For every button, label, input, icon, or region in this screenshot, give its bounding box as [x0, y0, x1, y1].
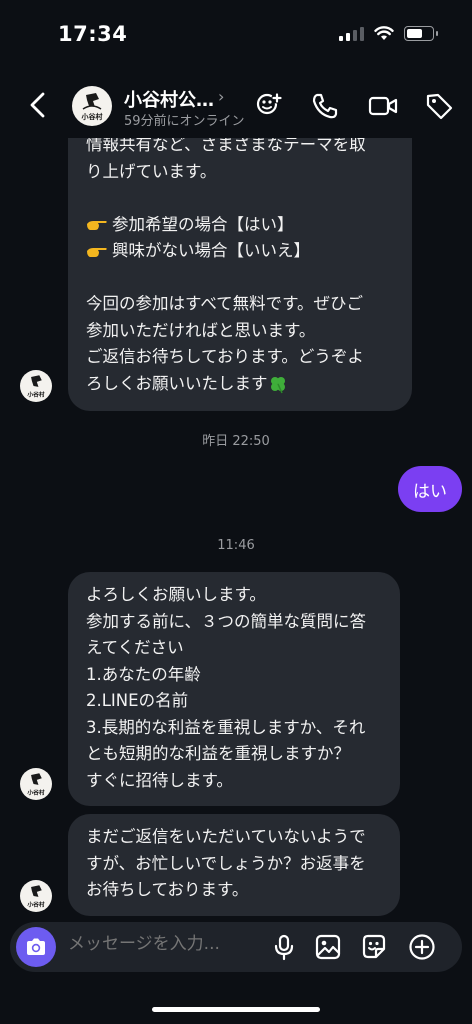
message-option: 参加希望の場合【はい】	[86, 212, 394, 239]
message-text: お待ちしております。	[86, 880, 249, 899]
message-list[interactable]: 情報共有など、さまざまなテーマを取 り上げています。 参加希望の場合【はい】 興…	[0, 138, 472, 924]
message-option: 興味がない場合【いいえ】	[86, 238, 394, 265]
camera-icon	[27, 938, 45, 955]
message-input[interactable]	[68, 934, 258, 954]
sender-avatar[interactable]: 小谷村	[20, 768, 52, 800]
video-icon[interactable]	[368, 91, 398, 121]
message-composer	[10, 922, 462, 972]
phone-icon[interactable]	[310, 91, 340, 121]
wifi-icon	[374, 26, 394, 40]
timestamp: 11:46	[217, 538, 255, 553]
sent-message-bubble: はい	[398, 466, 462, 512]
plus-icon[interactable]	[408, 933, 436, 961]
pointing-hand-icon	[87, 247, 107, 257]
sender-avatar[interactable]: 小谷村	[20, 880, 52, 912]
message-bubble: 情報共有など、さまざまなテーマを取 り上げています。 参加希望の場合【はい】 興…	[68, 138, 412, 411]
message-text: 今回の参加はすべて無料です。ぜひご	[86, 294, 364, 313]
clover-icon	[270, 377, 285, 394]
message-text: 情報共有など、さまざまなテーマを取	[86, 138, 366, 154]
timestamp: 昨日 22:50	[202, 434, 270, 449]
message-text: よろしくお願いします。	[86, 585, 266, 604]
svg-text:小谷村: 小谷村	[26, 391, 44, 399]
home-indicator[interactable]	[152, 1007, 320, 1012]
svg-text:小谷村: 小谷村	[81, 112, 103, 121]
tag-icon[interactable]	[424, 91, 454, 121]
status-icons	[339, 26, 438, 41]
battery-icon	[404, 26, 438, 41]
svg-text:小谷村: 小谷村	[26, 901, 44, 909]
cellular-signal-icon	[339, 26, 364, 41]
message-text: えてください	[86, 638, 184, 657]
message-text: 2.LINEの名前	[86, 691, 189, 710]
message-bubble: よろしくお願いします。 参加する前に、３つの簡単な質問に答 えてください 1.あ…	[68, 572, 400, 806]
chevron-right-icon[interactable]: ›	[218, 87, 224, 106]
message-text: 3.長期的な利益を重視しますか、それ	[86, 717, 366, 737]
status-bar: 17:34	[0, 0, 472, 70]
message-text: まだご返信をいただいていないようで	[86, 827, 366, 846]
option-yes-text: 参加希望の場合【はい】	[112, 214, 294, 234]
message-text: り上げています。	[86, 161, 217, 181]
message-text-last: ろしくお願いいたします	[86, 371, 394, 398]
message-bubble: まだご返信をいただいていないようで すが、お忙しいでしょうか？お返事を お待ちし…	[68, 814, 400, 916]
message-text: すぐに招待します。	[86, 770, 233, 790]
mic-icon[interactable]	[270, 933, 298, 961]
message-text: すが、お忙しいでしょうか？お返事を	[86, 853, 366, 873]
pointing-hand-icon	[87, 221, 107, 230]
message-text: 参加いただければと思います。	[86, 320, 316, 340]
svg-text:小谷村: 小谷村	[26, 789, 44, 797]
online-status: 59分前にオンライン	[124, 114, 245, 129]
gallery-icon[interactable]	[314, 933, 342, 961]
message-text: とも短期的な利益を重視しますか？	[86, 744, 350, 763]
message-text: ご返信お待ちしております。どうぞよ	[86, 347, 364, 366]
sticker-icon[interactable]	[360, 933, 388, 961]
add-member-icon[interactable]	[254, 91, 284, 121]
contact-name[interactable]: 小谷村公…	[124, 86, 214, 112]
message-text: 参加する前に、３つの簡単な質問に答	[86, 611, 367, 631]
back-icon[interactable]	[26, 90, 50, 120]
message-text: 1.あなたの年齢	[86, 664, 201, 684]
camera-button[interactable]	[16, 927, 56, 967]
chat-header: 小谷村 小谷村公… › 59分前にオンライン	[0, 72, 472, 138]
sender-avatar[interactable]: 小谷村	[20, 370, 52, 402]
contact-avatar[interactable]: 小谷村	[72, 86, 112, 126]
option-no-text: 興味がない場合【いいえ】	[112, 241, 310, 260]
status-time: 17:34	[58, 22, 128, 46]
